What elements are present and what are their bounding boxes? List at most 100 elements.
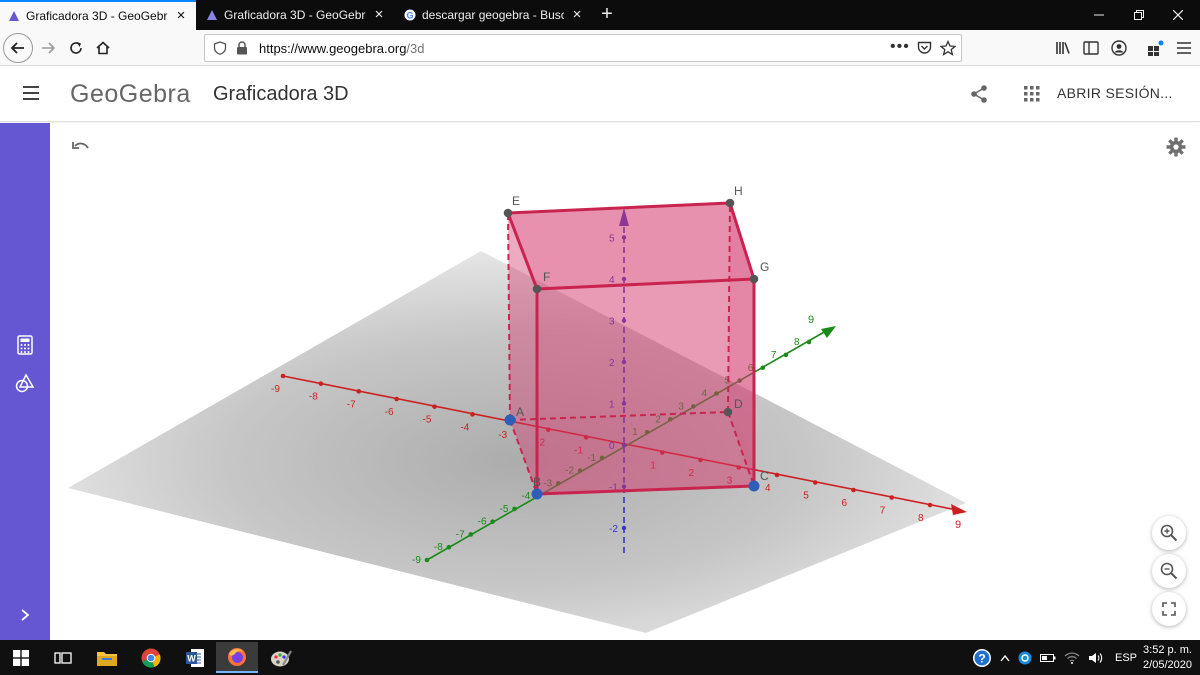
x-axis-tick-label: -8 [309,392,318,403]
url-host: https://www.geogebra.org [259,41,407,56]
forward-button[interactable] [34,34,62,62]
url-text[interactable]: https://www.geogebra.org/3d [259,41,425,56]
account-icon[interactable] [1111,40,1127,56]
x-axis-tick-label: -7 [347,399,356,410]
y-axis-arrow-icon [821,326,836,338]
fullscreen-button[interactable] [1152,592,1186,626]
clock-date: 2/05/2020 [1143,659,1192,671]
home-button[interactable] [89,34,117,62]
minimize-button[interactable] [1076,0,1121,30]
expand-sidebar-chevron-icon[interactable] [13,603,37,627]
wifi-icon[interactable] [1064,651,1080,664]
zoom-out-button[interactable] [1152,554,1186,588]
x-axis-tick-label: 6 [842,498,848,509]
word-icon: W [186,648,204,667]
x-axis-tick [318,381,324,386]
x-axis-tick [812,480,818,485]
menu-icon[interactable] [1176,41,1192,55]
forward-arrow-icon [42,42,56,54]
x-axis-tick-label: -6 [385,407,394,418]
y-axis-tick [512,506,517,512]
clock[interactable]: 3:52 p. m. 2/05/2020 [1140,643,1195,673]
y-axis-tick-label: -9 [412,555,421,566]
taskbar-paint[interactable] [260,642,302,673]
help-icon[interactable]: ? [972,648,992,668]
gear-icon [1166,137,1186,157]
sign-in-button[interactable]: ABRIR SESIÓN... [1057,85,1173,101]
zoom-out-icon [1160,562,1178,580]
page-actions-icon[interactable]: ••• [890,38,910,56]
x-axis-tick [394,396,399,402]
point-E [503,208,513,218]
point-D [723,407,733,417]
y-axis-tick-label: -5 [500,504,509,515]
chrome-icon [141,648,161,668]
close-tab-icon[interactable]: × [372,7,386,22]
geogebra-header: GeoGebra Graficadora 3D ABRIR SESIÓN... [0,66,1200,122]
tools-sidebar [0,123,50,640]
point-G [749,274,759,284]
tab-title: Graficadora 3D - GeoGebra [224,8,366,22]
lock-icon[interactable] [236,41,248,55]
y-axis-tick-label: 8 [794,337,800,348]
close-tab-icon[interactable]: × [174,8,188,23]
hamburger-menu-icon[interactable] [22,85,40,101]
language-indicator[interactable]: ESP [1115,652,1137,664]
x-axis-tick-label: -3 [498,430,507,441]
prism-front-face [537,279,754,494]
3d-graphics-view[interactable]: -9-8-7-6-5-4-3-2-1123456789-9-8-7-6-5-4-… [50,123,1200,640]
battery-icon[interactable] [1040,653,1056,663]
sidebar-toggle-icon[interactable] [1083,41,1099,55]
tab-graficadora-3d-active[interactable]: Graficadora 3D - GeoGebra × [0,0,196,30]
start-button[interactable] [0,642,42,673]
taskbar-file-explorer[interactable] [86,642,128,673]
tab-google-search[interactable]: G descargar geogebra - Buscar co × [396,0,592,30]
taskbar-firefox[interactable] [216,642,258,673]
back-button[interactable] [3,33,33,63]
taskbar-chrome[interactable] [130,642,172,673]
new-tab-button[interactable]: + [595,3,619,27]
url-bar[interactable]: https://www.geogebra.org/3d ••• [204,34,962,62]
close-tab-icon[interactable]: × [570,7,584,22]
paint-palette-icon [271,649,292,666]
volume-icon[interactable] [1088,652,1104,664]
page-title: Graficadora 3D [213,83,349,105]
y-axis-end-label: 9 [808,314,814,326]
x-axis-tick [280,373,286,379]
settings-button[interactable] [1164,135,1188,159]
app-tray-icon[interactable] [1018,651,1032,665]
geogebra-logo[interactable]: GeoGebra [70,80,191,109]
taskbar-word[interactable]: W [174,642,216,673]
library-icon[interactable] [1055,41,1071,55]
3d-scene[interactable]: -9-8-7-6-5-4-3-2-1123456789-9-8-7-6-5-4-… [50,123,1200,640]
tools-shapes-icon[interactable] [13,371,37,395]
task-view-button[interactable] [42,642,84,673]
chevron-up-icon[interactable] [1000,654,1010,662]
point-F [532,284,542,294]
clock-time: 3:52 p. m. [1143,644,1192,656]
y-axis-tick [468,532,474,537]
x-axis-tick-label: 8 [918,513,924,524]
bookmark-star-icon[interactable] [940,40,956,56]
reload-button[interactable] [62,34,90,62]
x-axis-tick-label: 4 [765,483,771,494]
fullscreen-icon [1162,602,1176,616]
extensions-icon[interactable] [1147,39,1165,57]
y-axis-tick-label: -8 [434,542,443,553]
apps-grid-icon[interactable] [1024,86,1040,102]
point-A [504,414,516,426]
x-axis-tick [889,495,895,500]
share-icon[interactable] [969,84,989,104]
x-axis-tick-label: -4 [460,422,469,433]
tab-graficadora-3d[interactable]: Graficadora 3D - GeoGebra × [198,0,394,30]
tab-title: Graficadora 3D - GeoGebra [26,9,168,23]
zoom-in-icon [1160,524,1178,542]
x-axis-tick [356,389,362,394]
zoom-in-button[interactable] [1152,516,1186,550]
pocket-icon[interactable] [917,41,932,55]
x-axis-end-label: 9 [955,519,961,531]
algebra-calculator-icon[interactable] [13,333,37,357]
undo-button[interactable] [68,136,94,158]
close-window-button[interactable] [1155,0,1200,30]
y-axis-tick-label: -4 [521,491,530,502]
